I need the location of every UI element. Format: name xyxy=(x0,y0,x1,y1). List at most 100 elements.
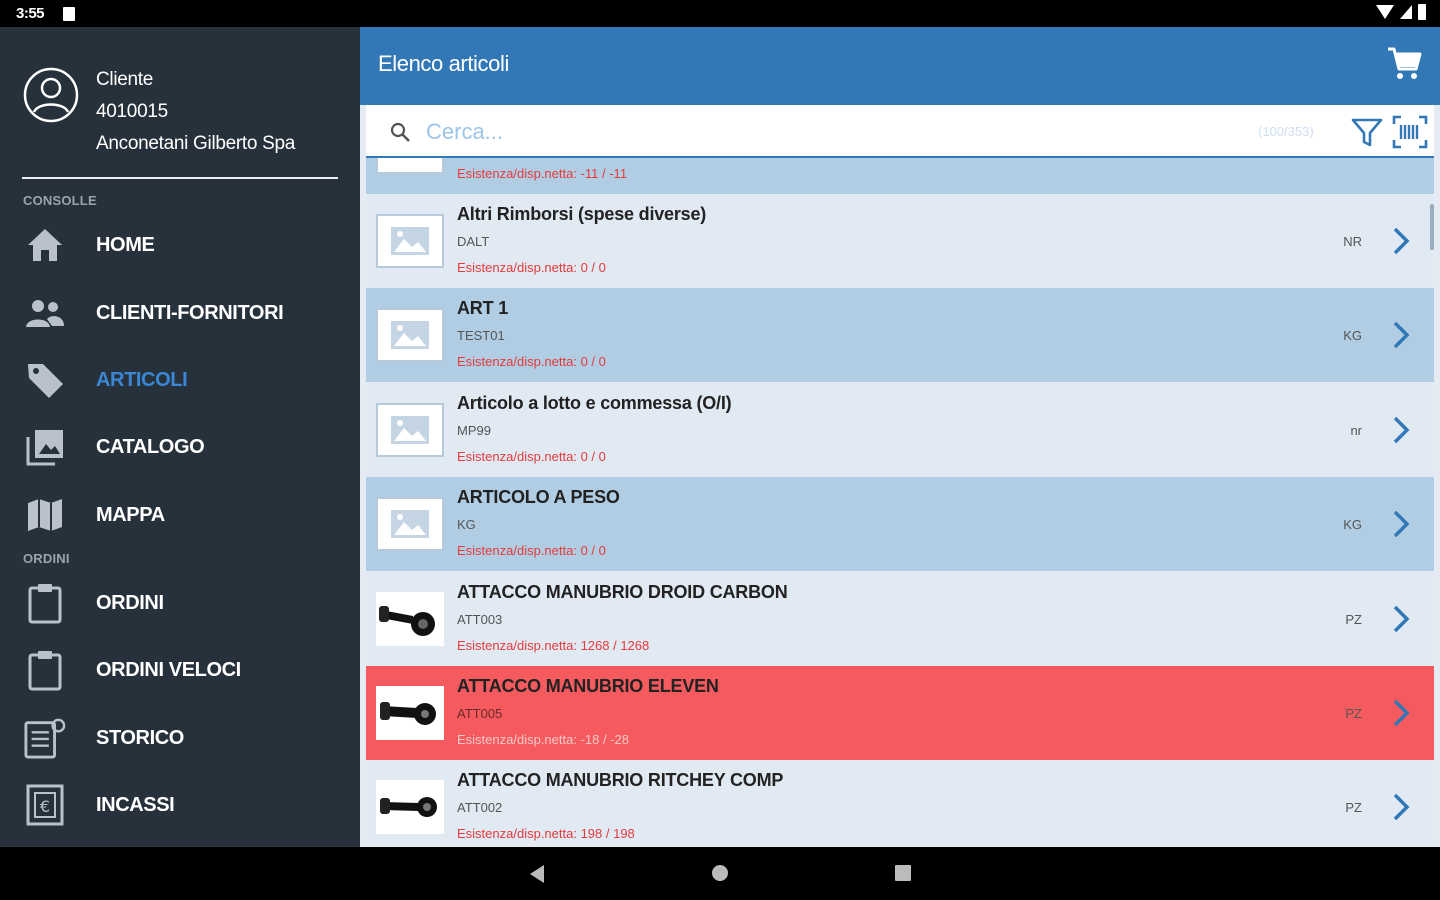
row-stock: Esistenza/disp.netta: 0 / 0 xyxy=(457,260,606,275)
scrollbar-thumb[interactable] xyxy=(1430,204,1434,250)
image-placeholder-icon xyxy=(376,497,444,551)
wifi-icon xyxy=(1376,5,1394,19)
sidebar-item-label: CATALOGO xyxy=(96,435,205,458)
row-unit: NR xyxy=(1343,234,1362,249)
row-unit: nr xyxy=(1350,423,1362,438)
status-icons xyxy=(1376,4,1426,20)
row-unit: PZ xyxy=(1345,800,1362,815)
row-stock: Esistenza/disp.netta: 0 / 0 xyxy=(457,543,606,558)
search-input[interactable] xyxy=(426,114,1226,150)
chevron-right-icon[interactable] xyxy=(1392,226,1410,256)
product-photo xyxy=(376,592,444,646)
system-nav-bar xyxy=(0,847,1440,900)
sidebar-item-label: STORICO xyxy=(96,726,184,749)
chevron-right-icon[interactable] xyxy=(1392,792,1410,822)
barcode-scan-icon[interactable] xyxy=(1392,115,1428,149)
people-icon xyxy=(24,292,66,334)
image-placeholder-icon xyxy=(376,403,444,457)
recents-icon[interactable] xyxy=(894,864,912,882)
chevron-right-icon[interactable] xyxy=(1392,698,1410,728)
list-item[interactable]: ARTICOLO A PESO KG Esistenza/disp.netta:… xyxy=(366,477,1434,571)
chevron-right-icon[interactable] xyxy=(1392,509,1410,539)
row-code: DALT xyxy=(457,234,490,249)
article-list[interactable]: Esistenza/disp.netta: -11 / -11 Altri Ri… xyxy=(366,158,1434,842)
sidebar-item-ordini[interactable]: ORDINI xyxy=(0,573,360,633)
user-label: Cliente xyxy=(96,69,154,90)
sidebar-item-clienti-fornitori[interactable]: CLIENTI-FORNITORI xyxy=(0,283,360,343)
chevron-right-icon[interactable] xyxy=(1392,320,1410,350)
gallery-icon xyxy=(24,426,66,468)
user-code: 4010015 xyxy=(96,101,168,122)
section-label-orders: ORDINI xyxy=(23,551,70,566)
row-stock: Esistenza/disp.netta: 1268 / 1268 xyxy=(457,638,650,653)
sidebar-item-label: ORDINI VELOCI xyxy=(96,658,241,681)
user-name: Anconetani Gilberto Spa xyxy=(96,133,296,154)
result-count: (100/353) xyxy=(1258,124,1314,139)
sidebar-item-ordini-veloci[interactable]: ORDINI VELOCI xyxy=(0,640,360,700)
battery-icon xyxy=(1418,4,1426,20)
row-title: ATTACCO MANUBRIO DROID CARBON xyxy=(457,582,788,602)
user-avatar-icon[interactable] xyxy=(23,67,79,123)
image-placeholder-icon xyxy=(376,158,444,174)
list-item[interactable]: ATTACCO MANUBRIO ELEVEN ATT005 Esistenza… xyxy=(366,666,1434,760)
back-icon[interactable] xyxy=(528,864,546,884)
search-icon xyxy=(390,122,410,142)
filter-icon[interactable] xyxy=(1350,115,1384,149)
main-panel: Elenco articoli (100/353) Esistenza/disp… xyxy=(360,27,1440,847)
row-title: Altri Rimborsi (spese diverse) xyxy=(457,204,707,224)
list-item[interactable]: Altri Rimborsi (spese diverse) DALT Esis… xyxy=(366,194,1434,288)
history-icon xyxy=(24,717,66,759)
sidebar-item-catalogo[interactable]: CATALOGO xyxy=(0,417,360,477)
row-stock: Esistenza/disp.netta: -11 / -11 xyxy=(457,166,628,181)
row-stock: Esistenza/disp.netta: 0 / 0 xyxy=(457,449,606,464)
row-unit: KG xyxy=(1343,517,1362,532)
cart-icon[interactable] xyxy=(1386,45,1422,81)
row-title: ATTACCO MANUBRIO RITCHEY COMP xyxy=(457,770,784,790)
list-item[interactable]: ATTACCO MANUBRIO DROID CARBON ATT003 Esi… xyxy=(366,572,1434,666)
chevron-right-icon[interactable] xyxy=(1392,415,1410,445)
image-placeholder-icon xyxy=(376,214,444,268)
sd-card-icon xyxy=(63,7,75,21)
image-placeholder-icon xyxy=(376,308,444,362)
clipboard-icon xyxy=(24,582,66,624)
status-time: 3:55 xyxy=(16,5,45,22)
sidebar-item-label: ARTICOLI xyxy=(96,368,188,391)
tag-icon xyxy=(24,359,66,401)
list-item[interactable]: Articolo a lotto e commessa (O/I) MP99 E… xyxy=(366,383,1434,477)
row-unit: KG xyxy=(1343,328,1362,343)
map-icon xyxy=(24,494,66,536)
sidebar-item-storico[interactable]: STORICO xyxy=(0,708,360,768)
row-unit: PZ xyxy=(1345,612,1362,627)
row-title: Articolo a lotto e commessa (O/I) xyxy=(457,393,732,413)
sidebar-item-home[interactable]: HOME xyxy=(0,215,360,275)
sidebar-item-articoli[interactable]: ARTICOLI xyxy=(0,350,360,410)
list-item[interactable]: ATTACCO MANUBRIO RITCHEY COMP ATT002 Esi… xyxy=(366,760,1434,842)
row-stock: Esistenza/disp.netta: 198 / 198 xyxy=(457,826,635,841)
home-button-icon[interactable] xyxy=(711,864,729,882)
list-item[interactable]: Esistenza/disp.netta: -11 / -11 xyxy=(366,158,1434,194)
page-title: Elenco articoli xyxy=(378,51,509,76)
product-photo xyxy=(376,686,444,740)
list-item[interactable]: ART 1 TEST01 Esistenza/disp.netta: 0 / 0… xyxy=(366,288,1434,382)
row-code: ATT003 xyxy=(457,612,503,627)
search-bar: (100/353) xyxy=(366,105,1434,158)
row-code: MP99 xyxy=(457,423,491,438)
row-title: ART 1 xyxy=(457,298,509,318)
sidebar-item-label: ORDINI xyxy=(96,591,164,614)
product-photo xyxy=(376,780,444,834)
sidebar-item-label: MAPPA xyxy=(96,503,165,526)
sidebar-item-label: INCASSI xyxy=(96,793,175,816)
sidebar-item-mappa[interactable]: MAPPA xyxy=(0,485,360,545)
sidebar-item-label: HOME xyxy=(96,233,155,256)
row-title: ARTICOLO A PESO xyxy=(457,487,620,507)
navigation-drawer: Cliente 4010015 Anconetani Gilberto Spa … xyxy=(0,27,360,847)
chevron-right-icon[interactable] xyxy=(1392,604,1410,634)
row-code: ATT002 xyxy=(457,800,503,815)
status-bar: 3:55 xyxy=(0,0,1440,27)
row-title: ATTACCO MANUBRIO ELEVEN xyxy=(457,676,719,696)
row-unit: PZ xyxy=(1345,706,1362,721)
sidebar-item-incassi[interactable]: € INCASSI xyxy=(0,775,360,835)
row-code: TEST01 xyxy=(457,328,505,343)
euro-icon: € xyxy=(24,784,66,826)
clipboard-icon xyxy=(24,649,66,691)
